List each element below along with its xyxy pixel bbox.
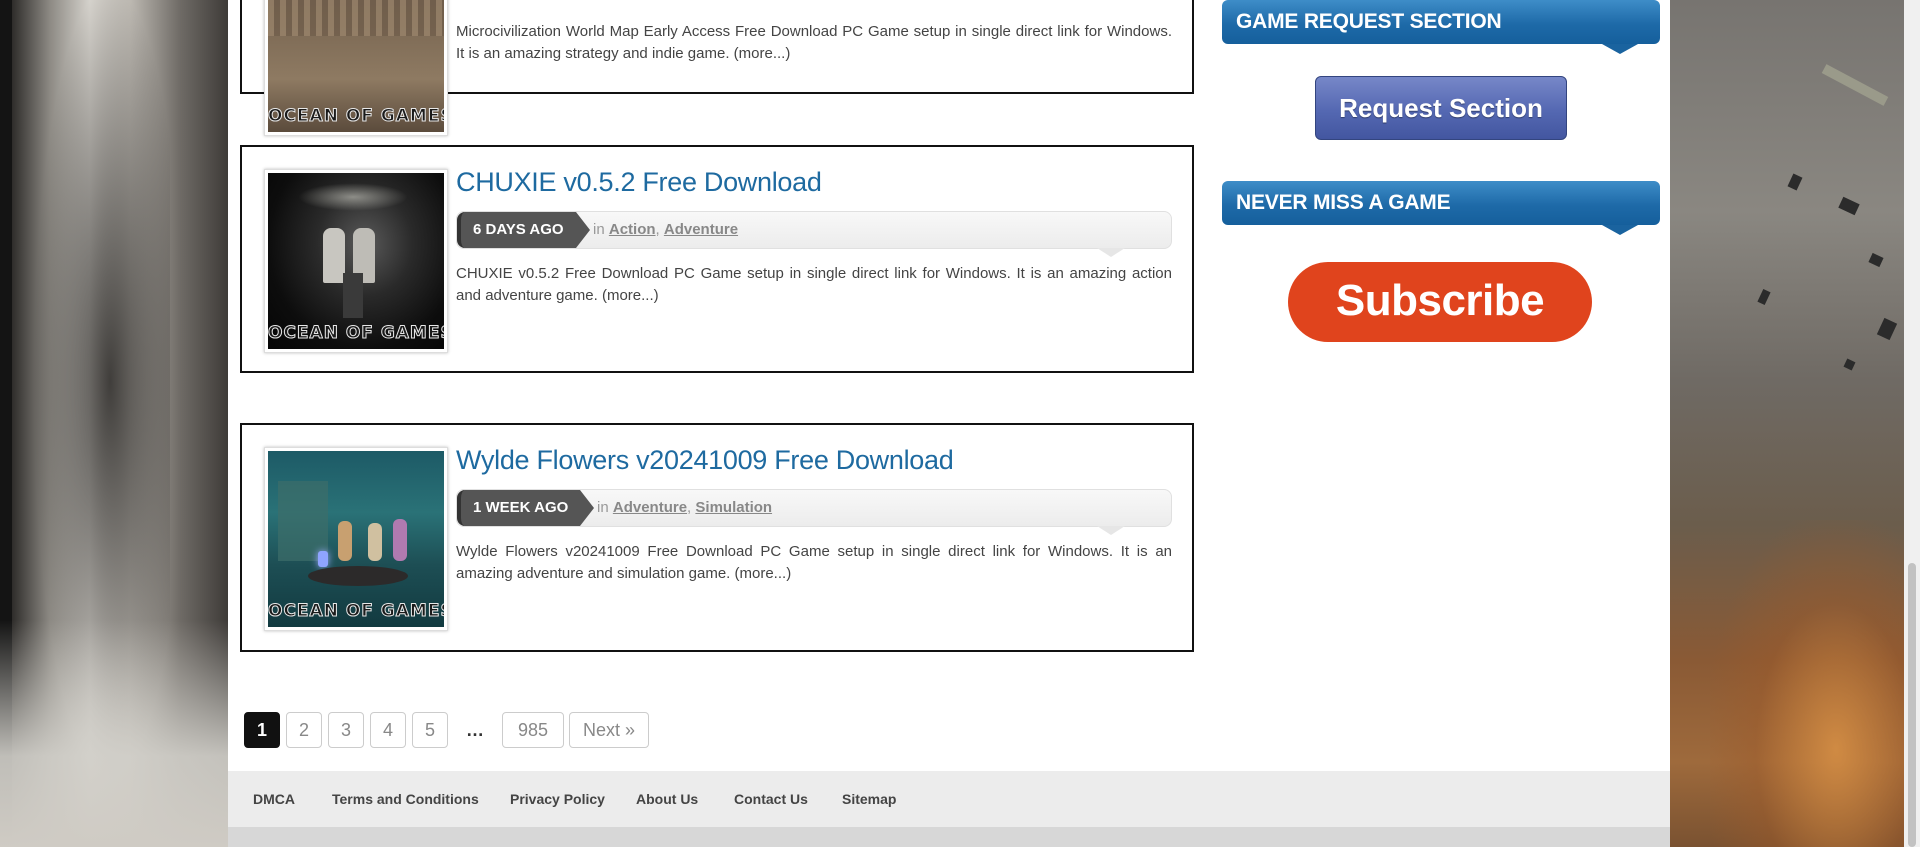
ocean-of-games-watermark: OCEAN OF GAMES <box>268 601 444 622</box>
post-thumbnail[interactable]: OCEAN OF GAMES <box>264 447 448 631</box>
post-categories: in Action, Adventure <box>593 221 739 238</box>
category-link[interactable]: Adventure <box>664 221 738 238</box>
footer-link-about[interactable]: About Us <box>636 771 698 827</box>
post-title-link[interactable]: CHUXIE v0.5.2 Free Download <box>456 167 822 198</box>
post-card: OCEAN OF GAMES CHUXIE v0.5.2 Free Downlo… <box>240 145 1194 373</box>
page-link-1[interactable]: 1 <box>244 712 280 748</box>
page-link-2[interactable]: 2 <box>286 712 322 748</box>
pagination-ellipsis: … <box>466 720 484 740</box>
background-art-left <box>0 0 228 847</box>
background-art-right <box>1670 0 1920 847</box>
page-link-last[interactable]: 985 <box>502 712 564 748</box>
subscribe-button[interactable]: Subscribe <box>1288 262 1592 342</box>
read-more-link[interactable]: (more...) <box>734 45 791 62</box>
footer-link-sitemap[interactable]: Sitemap <box>842 771 896 827</box>
post-excerpt: CHUXIE v0.5.2 Free Download PC Game setu… <box>456 265 1172 304</box>
scrollbar[interactable] <box>1904 0 1920 847</box>
pagination: 1 2 3 4 5 … 985 Next » <box>244 712 744 748</box>
post-thumbnail[interactable]: OCEAN OF GAMES <box>264 0 448 136</box>
ocean-of-games-watermark: OCEAN OF GAMES <box>268 323 444 344</box>
never-miss-widget-title: NEVER MISS A GAME <box>1222 181 1660 235</box>
footer-nav: DMCA Terms and Conditions Privacy Policy… <box>228 771 1670 827</box>
category-link[interactable]: Action <box>609 221 656 238</box>
post-excerpt: Wylde Flowers v20241009 Free Download PC… <box>456 543 1172 582</box>
post-title-link[interactable]: Wylde Flowers v20241009 Free Download <box>456 445 954 476</box>
scrollbar-thumb[interactable] <box>1908 563 1916 847</box>
request-section-button[interactable]: Request Section <box>1315 76 1567 140</box>
next-page-link[interactable]: Next » <box>569 712 649 748</box>
post-card: OCEAN OF GAMES Wylde Flowers v20241009 F… <box>240 423 1194 652</box>
post-categories: in Adventure, Simulation <box>597 499 773 516</box>
read-more-link[interactable]: (more...) <box>735 565 792 582</box>
post-meta-bar: 6 DAYS AGO in Action, Adventure <box>456 211 1172 257</box>
footer-link-dmca[interactable]: DMCA <box>253 771 295 827</box>
page-content: OCEAN OF GAMES Microcivilization World M… <box>228 0 1670 847</box>
post-excerpt: Microcivilization World Map Early Access… <box>456 23 1172 62</box>
page-link-4[interactable]: 4 <box>370 712 406 748</box>
post-date-badge: 6 DAYS AGO <box>457 212 590 248</box>
post-thumbnail[interactable]: OCEAN OF GAMES <box>264 169 448 353</box>
category-link[interactable]: Adventure <box>613 499 687 516</box>
category-link[interactable]: Simulation <box>695 499 772 516</box>
game-request-widget-title: GAME REQUEST SECTION <box>1222 0 1660 54</box>
read-more-link[interactable]: (more...) <box>602 287 659 304</box>
ocean-of-games-watermark: OCEAN OF GAMES <box>268 106 444 127</box>
post-card: OCEAN OF GAMES Microcivilization World M… <box>240 0 1194 136</box>
page-link-3[interactable]: 3 <box>328 712 364 748</box>
footer-link-privacy[interactable]: Privacy Policy <box>510 771 605 827</box>
post-meta-bar: 1 WEEK AGO in Adventure, Simulation <box>456 489 1172 535</box>
footer-link-contact[interactable]: Contact Us <box>734 771 808 827</box>
post-date-badge: 1 WEEK AGO <box>457 490 595 526</box>
footer-link-terms[interactable]: Terms and Conditions <box>332 771 479 827</box>
footer-bottom-bar <box>228 827 1670 847</box>
page-link-5[interactable]: 5 <box>412 712 448 748</box>
